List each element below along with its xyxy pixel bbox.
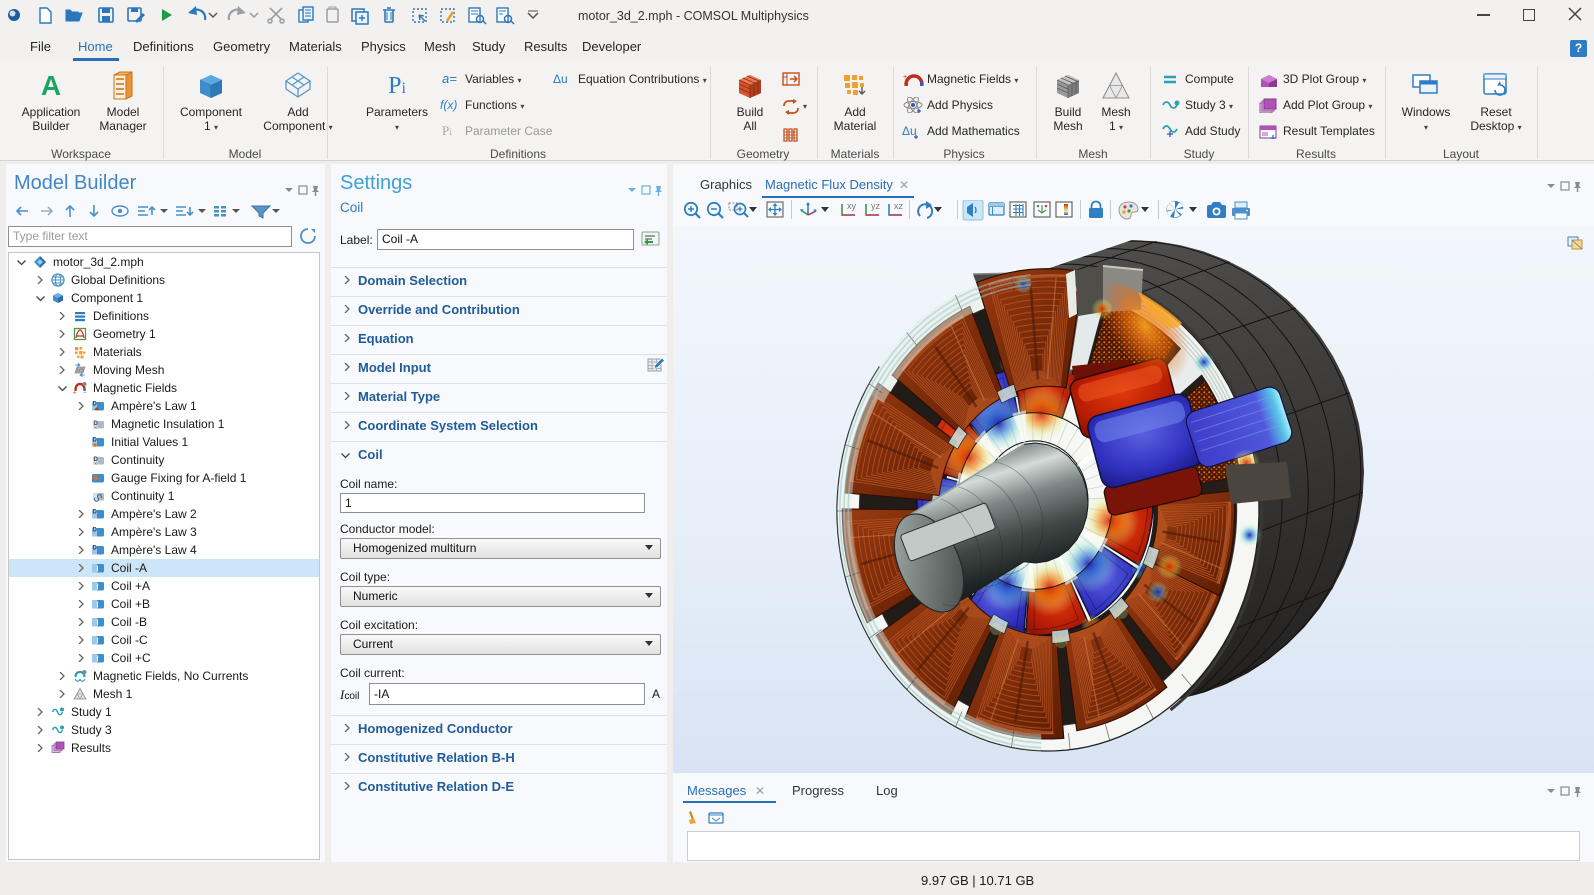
svg-text:xy: xy: [847, 201, 857, 211]
svg-text:xz: xz: [894, 201, 904, 211]
svg-text:f(x): f(x): [440, 98, 457, 112]
svg-text:D: D: [93, 510, 98, 516]
svg-text:Δu: Δu: [553, 72, 568, 86]
svg-text:−: −: [83, 391, 87, 396]
svg-text:D: D: [93, 438, 98, 444]
svg-text:Δu: Δu: [902, 124, 917, 138]
svg-text:×: ×: [94, 462, 97, 468]
svg-text:Pi: Pi: [442, 123, 452, 138]
svg-text:×: ×: [94, 426, 97, 432]
svg-text:yz: yz: [871, 201, 881, 211]
svg-text:+: +: [903, 74, 907, 81]
svg-text:+: +: [73, 391, 77, 396]
svg-text:D: D: [93, 546, 98, 552]
svg-text:D: D: [93, 528, 98, 534]
svg-text:a=: a=: [442, 71, 457, 86]
svg-text:Pi: Pi: [388, 73, 406, 99]
svg-text:A: A: [41, 71, 61, 101]
svg-text:D: D: [93, 402, 98, 408]
